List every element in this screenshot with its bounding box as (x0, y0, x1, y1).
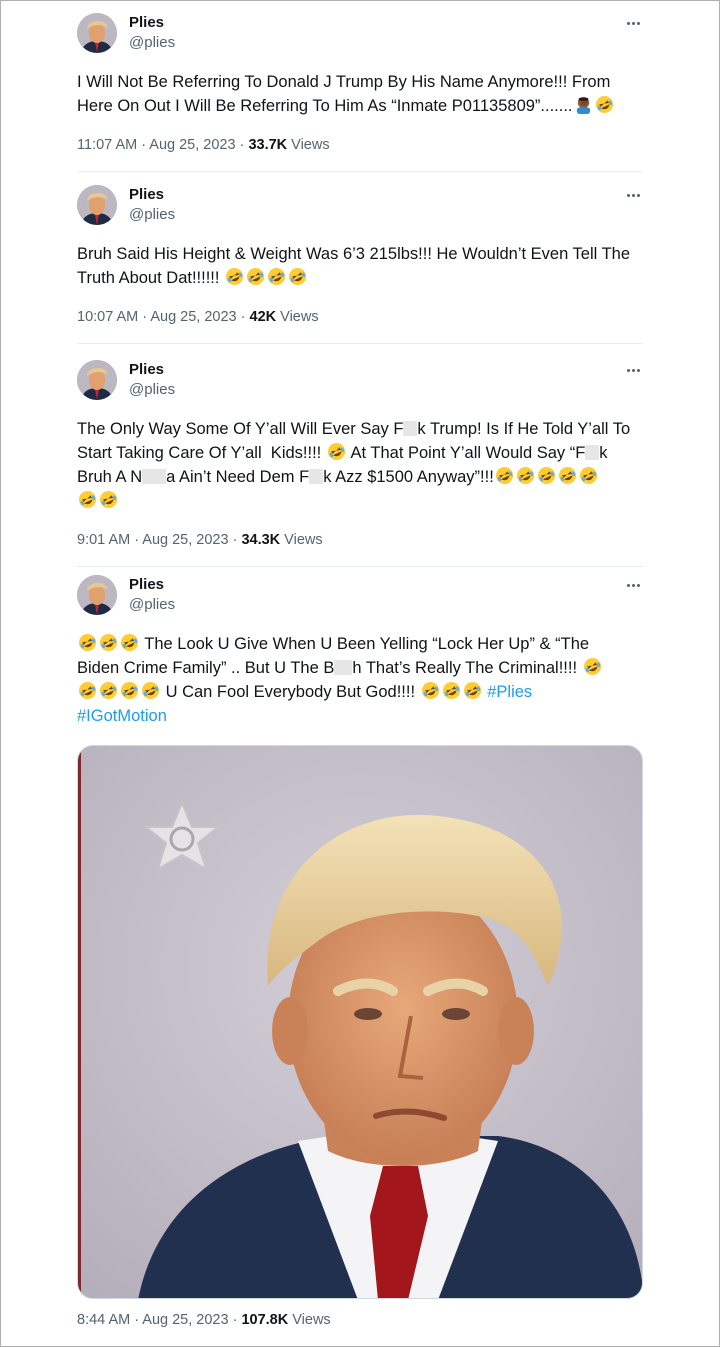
tweet-text: The Look U Give When U Been Yelling “Loc… (77, 632, 647, 728)
display-name[interactable]: Plies (129, 13, 164, 33)
rolling-on-floor-laughing-emoji (99, 633, 118, 652)
censor-block (403, 421, 418, 436)
rolling-on-floor-laughing-emoji (558, 466, 577, 485)
more-dots-icon[interactable] (623, 575, 643, 595)
rolling-on-floor-laughing-emoji (120, 681, 139, 700)
tweet-text: Bruh Said His Height & Weight Was 6’3 21… (77, 242, 647, 290)
tweet-3[interactable]: Plies @plies The Only Way Some Of Y’all … (77, 360, 643, 548)
more-dots-icon[interactable] (623, 185, 643, 205)
tweet-text: I Will Not Be Referring To Donald J Trum… (77, 70, 647, 118)
tweet-header: Plies @plies (77, 185, 643, 229)
timestamp[interactable]: 11:07 AM · Aug 25, 2023 · (77, 137, 248, 153)
tweet-meta: 9:01 AM · Aug 25, 2023 · 34.3K Views (77, 530, 323, 550)
emoji-group (77, 490, 119, 510)
rolling-on-floor-laughing-emoji (579, 466, 598, 485)
user-handle[interactable]: @plies (129, 33, 175, 53)
rolling-on-floor-laughing-emoji (327, 442, 346, 461)
views-label: Views (287, 137, 330, 153)
man-facepalming-emoji (574, 95, 593, 114)
rolling-on-floor-laughing-emoji (516, 466, 535, 485)
user-handle[interactable]: @plies (129, 205, 175, 225)
emoji-group (326, 442, 347, 462)
rolling-on-floor-laughing-emoji (78, 490, 97, 509)
avatar[interactable] (77, 360, 117, 400)
censor-block (585, 445, 600, 460)
user-handle[interactable]: @plies (129, 380, 175, 400)
tweet-divider (77, 171, 643, 172)
emoji-group (77, 681, 161, 701)
views-label: Views (288, 1312, 331, 1328)
emoji-group (494, 466, 599, 486)
emoji-group (77, 633, 140, 653)
tweet-text-body: I Will Not Be Referring To Donald J Trum… (77, 73, 615, 115)
emoji-group (582, 657, 603, 677)
display-name[interactable]: Plies (129, 575, 164, 595)
rolling-on-floor-laughing-emoji (495, 466, 514, 485)
rolling-on-floor-laughing-emoji (246, 267, 265, 286)
timestamp[interactable]: 10:07 AM · Aug 25, 2023 · (77, 309, 250, 325)
tweet-meta: 11:07 AM · Aug 25, 2023 · 33.7K Views (77, 135, 330, 155)
rolling-on-floor-laughing-emoji (595, 95, 614, 114)
tweet-divider (77, 343, 643, 344)
censor-block (142, 469, 167, 484)
views-label: Views (280, 532, 323, 548)
avatar[interactable] (77, 185, 117, 225)
rolling-on-floor-laughing-emoji (537, 466, 556, 485)
views-count: 42K (249, 309, 277, 325)
rolling-on-floor-laughing-emoji (267, 267, 286, 286)
hashtag-link[interactable]: #Plies (487, 683, 532, 701)
rolling-on-floor-laughing-emoji (141, 681, 160, 700)
censor-block (309, 469, 324, 484)
tweet-header: Plies @plies (77, 575, 643, 619)
user-handle[interactable]: @plies (129, 595, 175, 615)
tweet-1[interactable]: Plies @plies I Will Not Be Referring To … (77, 13, 643, 153)
rolling-on-floor-laughing-emoji (120, 633, 139, 652)
rolling-on-floor-laughing-emoji (288, 267, 307, 286)
rolling-on-floor-laughing-emoji (78, 681, 97, 700)
views-count: 34.3K (241, 532, 281, 548)
emoji-group (224, 267, 308, 287)
rolling-on-floor-laughing-emoji (99, 681, 118, 700)
tweet-meta: 10:07 AM · Aug 25, 2023 · 42K Views (77, 307, 319, 327)
rolling-on-floor-laughing-emoji (99, 490, 118, 509)
hashtag-link[interactable]: #IGotMotion (77, 707, 167, 725)
emoji-group (420, 681, 483, 701)
tweet-header: Plies @plies (77, 13, 643, 57)
tweet-text: The Only Way Some Of Y’all Will Ever Say… (77, 417, 647, 513)
rolling-on-floor-laughing-emoji (78, 633, 97, 652)
avatar[interactable] (77, 575, 117, 615)
views-count: 33.7K (248, 137, 288, 153)
rolling-on-floor-laughing-emoji (442, 681, 461, 700)
tweet-header: Plies @plies (77, 360, 643, 404)
tweet-4[interactable]: Plies @plies The Look U Give When U Been… (77, 575, 643, 1328)
tweet-2[interactable]: Plies @plies Bruh Said His Height & Weig… (77, 185, 643, 325)
censor-block (334, 660, 353, 675)
more-dots-icon[interactable] (623, 13, 643, 33)
rolling-on-floor-laughing-emoji (463, 681, 482, 700)
rolling-on-floor-laughing-emoji (225, 267, 244, 286)
tweet-text-body: Bruh Said His Height & Weight Was 6’3 21… (77, 245, 635, 287)
views-count: 107.8K (241, 1312, 289, 1328)
timestamp[interactable]: 9:01 AM · Aug 25, 2023 · (77, 532, 241, 548)
tweet-meta: 8:44 AM · Aug 25, 2023 · 107.8K Views (77, 1310, 331, 1330)
avatar[interactable] (77, 13, 117, 53)
tweet-divider (77, 566, 643, 567)
timestamp[interactable]: 8:44 AM · Aug 25, 2023 · (77, 1312, 241, 1328)
display-name[interactable]: Plies (129, 185, 164, 205)
rolling-on-floor-laughing-emoji (583, 657, 602, 676)
tweet-photo[interactable] (77, 745, 643, 1299)
more-dots-icon[interactable] (623, 360, 643, 380)
display-name[interactable]: Plies (129, 360, 164, 380)
rolling-on-floor-laughing-emoji (421, 681, 440, 700)
views-label: Views (276, 309, 319, 325)
